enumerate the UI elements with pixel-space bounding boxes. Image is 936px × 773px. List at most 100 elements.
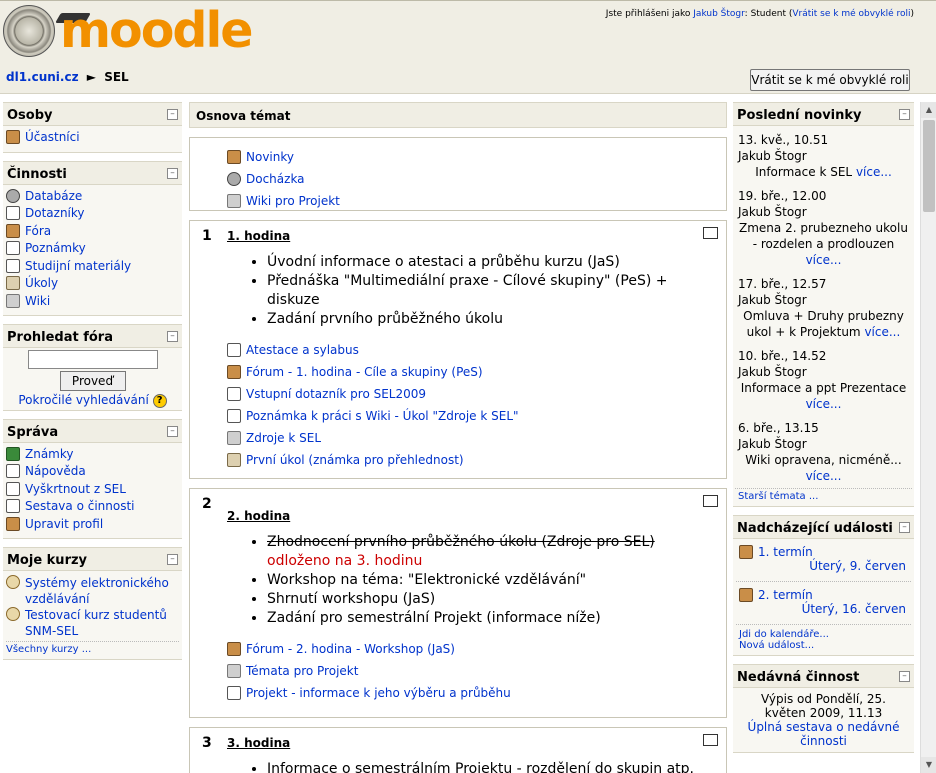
older-topics-link[interactable]: Starší témata ... bbox=[738, 491, 818, 502]
activity-link[interactable]: Atestace a sylabus bbox=[227, 339, 716, 361]
bullet: Zadání pro semestrální Projekt (informac… bbox=[267, 609, 716, 628]
more-link[interactable]: více... bbox=[806, 469, 842, 483]
admin-activity-report[interactable]: Sestava o činnosti bbox=[6, 499, 179, 517]
forum-icon bbox=[227, 642, 241, 656]
login-info: Jste přihlášeni jako Jakub Štogr: Studen… bbox=[605, 9, 914, 19]
page-icon bbox=[227, 343, 241, 357]
activity-assignments[interactable]: Úkoly bbox=[6, 276, 179, 294]
collapse-icon[interactable]: – bbox=[167, 109, 178, 120]
activity-link[interactable]: Docházka bbox=[227, 168, 716, 190]
wiki-icon bbox=[6, 293, 20, 308]
collapse-icon[interactable]: – bbox=[899, 109, 910, 120]
event-date-link[interactable]: Úterý, 16. červen bbox=[739, 602, 908, 616]
admin-edit-profile[interactable]: Upravit profil bbox=[6, 516, 179, 535]
more-link[interactable]: více... bbox=[864, 325, 900, 339]
activity-forums[interactable]: Fóra bbox=[6, 223, 179, 242]
bullet: Zadání prvního průběžného úkolu bbox=[267, 310, 716, 329]
section-3: 3 3. hodina Informace o semestrálním Pro… bbox=[189, 727, 727, 773]
news-item: 17. bře., 12.57 Jakub Štogr Omluva + Druhy… bbox=[738, 277, 904, 339]
breadcrumb-separator: ► bbox=[86, 70, 97, 84]
advanced-search-link[interactable]: Pokročilé vyhledávání bbox=[18, 393, 148, 407]
news-item: 6. bře., 13.15 Jakub Štogr Wiki opravena, … bbox=[738, 421, 902, 483]
user-name-link[interactable]: Jakub Štogr bbox=[693, 9, 744, 19]
breadcrumb-site-link[interactable]: dl1.cuni.cz bbox=[6, 70, 79, 84]
activity-link[interactable]: Témata pro Projekt bbox=[227, 660, 716, 682]
event-link[interactable]: 2. termín bbox=[758, 588, 813, 602]
return-role-link[interactable]: Vrátit se k mé obvyklé roli bbox=[792, 9, 910, 19]
return-role-button[interactable]: Vrátit se k mé obvyklé roli bbox=[750, 69, 910, 91]
collapse-icon[interactable]: – bbox=[167, 425, 178, 437]
activity-link[interactable]: První úkol (známka pro přehlednost) bbox=[227, 449, 716, 471]
forum-icon bbox=[227, 150, 241, 164]
forum-search-input[interactable] bbox=[27, 350, 158, 369]
participants-icon bbox=[6, 130, 20, 144]
course-content: Osnova témat Novinky Docházka Wiki pro P… bbox=[189, 102, 727, 773]
highlight-toggle[interactable] bbox=[703, 227, 718, 239]
bullet: Úvodní informace o atestaci a průběhu ku… bbox=[267, 253, 716, 272]
new-event-link[interactable]: Nová událost... bbox=[739, 640, 908, 651]
activity-link[interactable]: Novinky bbox=[227, 146, 716, 168]
event-date-link[interactable]: Úterý, 9. červen bbox=[739, 559, 908, 573]
scroll-thumb[interactable] bbox=[923, 120, 935, 212]
activity-wiki[interactable]: Wiki bbox=[6, 293, 179, 312]
activity-notes[interactable]: Poznámky bbox=[6, 241, 179, 259]
event-item: 1. termín Úterý, 9. červen bbox=[736, 543, 911, 575]
block-title: Nadcházející události bbox=[737, 521, 893, 536]
calendar-link[interactable]: Jdi do kalendáře... bbox=[739, 629, 908, 640]
activity-link[interactable]: Projekt - informace k jeho výběru a průb… bbox=[227, 682, 716, 704]
full-report-link[interactable]: Úplná sestava o nedávné činnosti bbox=[739, 720, 908, 748]
course-item[interactable]: Testovací kurz studentů SNM-SEL bbox=[6, 607, 179, 639]
course-item[interactable]: Systémy elektronického vzdělávání bbox=[6, 575, 179, 607]
collapse-icon[interactable]: – bbox=[167, 554, 178, 565]
activity-link[interactable]: Fórum - 2. hodina - Workshop (JaS) bbox=[227, 638, 716, 660]
activity-questionnaires[interactable]: Dotazníky bbox=[6, 206, 179, 224]
unenrol-icon bbox=[6, 481, 20, 496]
activity-resources[interactable]: Studijní materiály bbox=[6, 258, 179, 277]
highlight-toggle[interactable] bbox=[703, 495, 718, 507]
latest-news-block: Poslední novinky – 13. kvě., 10.51 Jakub Š… bbox=[733, 102, 914, 507]
page-header: moodle Jste přihlášeni jako Jakub Štogr:… bbox=[0, 0, 936, 64]
event-icon bbox=[739, 588, 753, 602]
activity-link[interactable]: Fórum - 1. hodina - Cíle a skupiny (PeS) bbox=[227, 361, 716, 383]
questionnaire-icon bbox=[6, 206, 20, 220]
admin-grades[interactable]: Známky bbox=[6, 446, 179, 465]
my-courses-block: Moje kurzy – Systémy elektronického vzděl… bbox=[3, 547, 182, 660]
news-item: 19. bře., 12.00 Jakub Štogr Zmena 2. prube… bbox=[738, 189, 908, 267]
activity-link[interactable]: Wiki pro Projekt bbox=[227, 190, 716, 212]
block-title: Prohledat fóra bbox=[7, 330, 113, 345]
collapse-icon[interactable]: – bbox=[899, 671, 910, 682]
activity-link[interactable]: Vstupní dotazník pro SEL2009 bbox=[227, 383, 716, 405]
activity-link[interactable]: Zdroje k SEL bbox=[227, 427, 716, 449]
all-courses-link[interactable]: Všechny kurzy ... bbox=[6, 644, 91, 655]
search-submit-button[interactable]: Proveď bbox=[59, 371, 126, 391]
breadcrumb: dl1.cuni.cz ► SEL bbox=[6, 70, 129, 84]
university-seal-logo bbox=[3, 5, 55, 57]
event-link[interactable]: 1. termín bbox=[758, 545, 813, 559]
section-title: 1. hodina bbox=[227, 229, 291, 243]
resource-icon bbox=[6, 258, 20, 273]
more-link[interactable]: více... bbox=[856, 165, 892, 179]
admin-unenrol[interactable]: Vyškrtnout z SEL bbox=[6, 481, 179, 500]
activity-link[interactable]: Poznámka k práci s Wiki - Úkol "Zdroje k… bbox=[227, 405, 716, 427]
assignment-icon bbox=[227, 453, 241, 467]
vertical-scrollbar[interactable]: ▲ ▼ bbox=[920, 102, 936, 773]
highlight-toggle[interactable] bbox=[703, 734, 718, 746]
scroll-down-icon[interactable]: ▼ bbox=[921, 757, 936, 773]
bullet: Přednáška "Multimediální praxe - Cílové … bbox=[267, 272, 716, 310]
event-icon bbox=[739, 545, 753, 559]
block-title: Činnosti bbox=[7, 166, 67, 182]
report-icon bbox=[6, 499, 20, 513]
collapse-icon[interactable]: – bbox=[899, 522, 910, 533]
bullet: Informace o semestrálním Projektu - rozd… bbox=[267, 760, 716, 773]
collapse-icon[interactable]: – bbox=[167, 167, 178, 179]
activity-database[interactable]: Databáze bbox=[6, 188, 179, 207]
scroll-up-icon[interactable]: ▲ bbox=[921, 102, 936, 118]
section-number: 2 bbox=[202, 496, 212, 512]
admin-help[interactable]: Nápověda bbox=[6, 464, 179, 482]
more-link[interactable]: více... bbox=[806, 397, 842, 411]
help-icon[interactable]: ? bbox=[152, 393, 167, 408]
collapse-icon[interactable]: – bbox=[167, 331, 178, 342]
database-icon bbox=[6, 188, 20, 203]
participants-link[interactable]: Účastníci bbox=[6, 130, 179, 148]
more-link[interactable]: více... bbox=[806, 253, 842, 267]
